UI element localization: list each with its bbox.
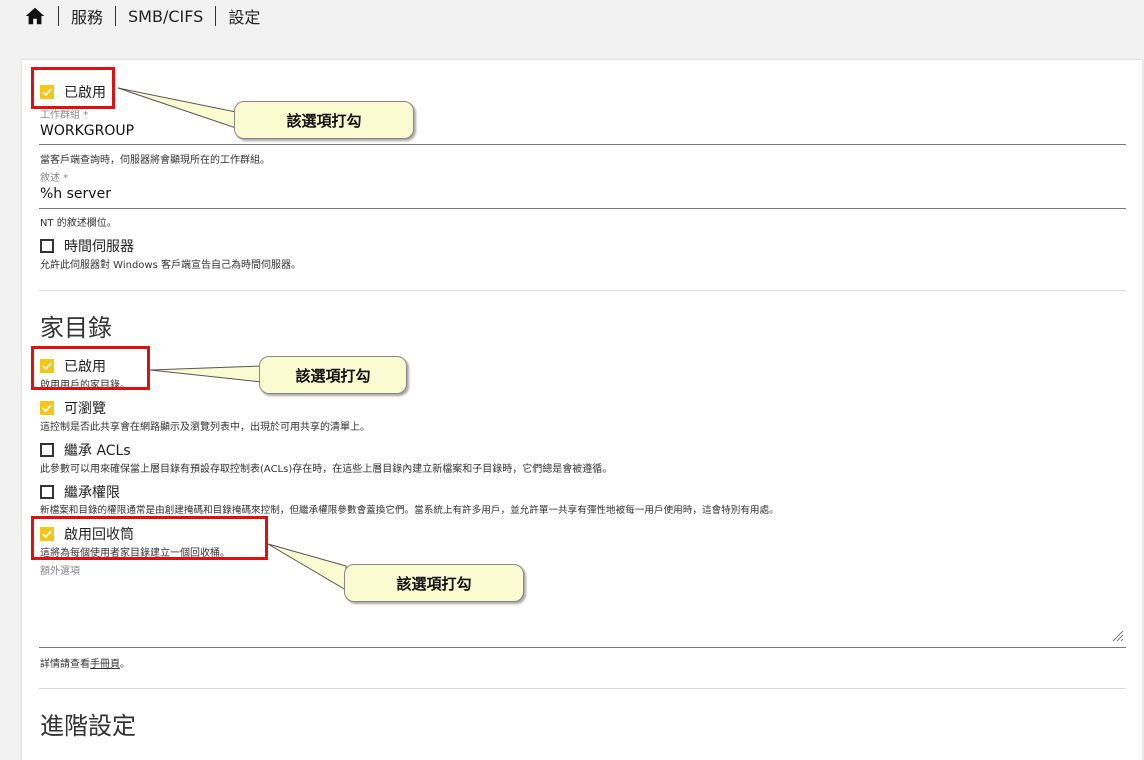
highlight-recycle-bin (31, 516, 268, 560)
highlight-enabled (31, 67, 115, 109)
callout-3: 該選項打勾 (344, 564, 524, 602)
callout-1: 該選項打勾 (234, 101, 414, 139)
callout-2: 該選項打勾 (259, 356, 407, 394)
callout-leaders (117, 87, 347, 591)
highlight-home-enabled (31, 346, 150, 390)
